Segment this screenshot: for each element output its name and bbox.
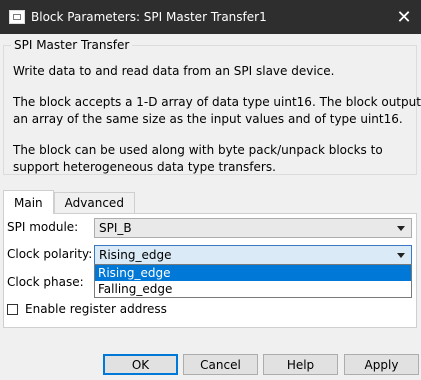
description-line: Write data to and read data from an SPI … (13, 64, 335, 78)
enable-register-address-label: Enable register address (25, 302, 167, 316)
window-title: Block Parameters: SPI Master Transfer1 (31, 10, 267, 24)
clock-polarity-dropdown[interactable]: Rising_edge (94, 245, 412, 265)
description-line: support heterogeneous data type transfer… (13, 160, 276, 174)
chevron-down-icon (397, 226, 405, 231)
tab-advanced[interactable]: Advanced (53, 192, 135, 214)
clock-phase-label: Clock phase: (7, 275, 84, 289)
clock-polarity-options: Rising_edge Falling_edge (94, 264, 412, 298)
parameter-tabs: Main Advanced (3, 190, 135, 214)
tab-main[interactable]: Main (3, 190, 54, 214)
enable-register-address-row: Enable register address (7, 302, 167, 316)
block-description-group: SPI Master Transfer Write data to and re… (3, 38, 421, 175)
clock-polarity-value: Rising_edge (99, 248, 172, 262)
option-falling-edge[interactable]: Falling_edge (95, 281, 411, 297)
chevron-down-icon (397, 253, 405, 258)
cancel-button[interactable]: Cancel (183, 354, 258, 375)
option-rising-edge[interactable]: Rising_edge (95, 265, 411, 281)
title-bar: Block Parameters: SPI Master Transfer1 ✕ (0, 0, 421, 34)
apply-button[interactable]: Apply (344, 354, 419, 375)
block-name-legend: SPI Master Transfer (11, 38, 133, 52)
window-app-icon (9, 10, 25, 24)
clock-polarity-label: Clock polarity: (7, 247, 93, 261)
help-button[interactable]: Help (263, 354, 338, 375)
description-line: The block accepts a 1-D array of data ty… (13, 95, 421, 109)
spi-module-dropdown[interactable]: SPI_B (94, 218, 412, 238)
spi-module-value: SPI_B (99, 221, 132, 235)
spi-module-label: SPI module: (7, 220, 79, 234)
description-line: The block can be used along with byte pa… (13, 143, 383, 157)
close-button[interactable]: ✕ (387, 0, 421, 34)
enable-register-address-checkbox[interactable] (7, 303, 18, 315)
ok-button[interactable]: OK (103, 354, 178, 375)
description-line: an array of the same size as the input v… (13, 112, 403, 126)
